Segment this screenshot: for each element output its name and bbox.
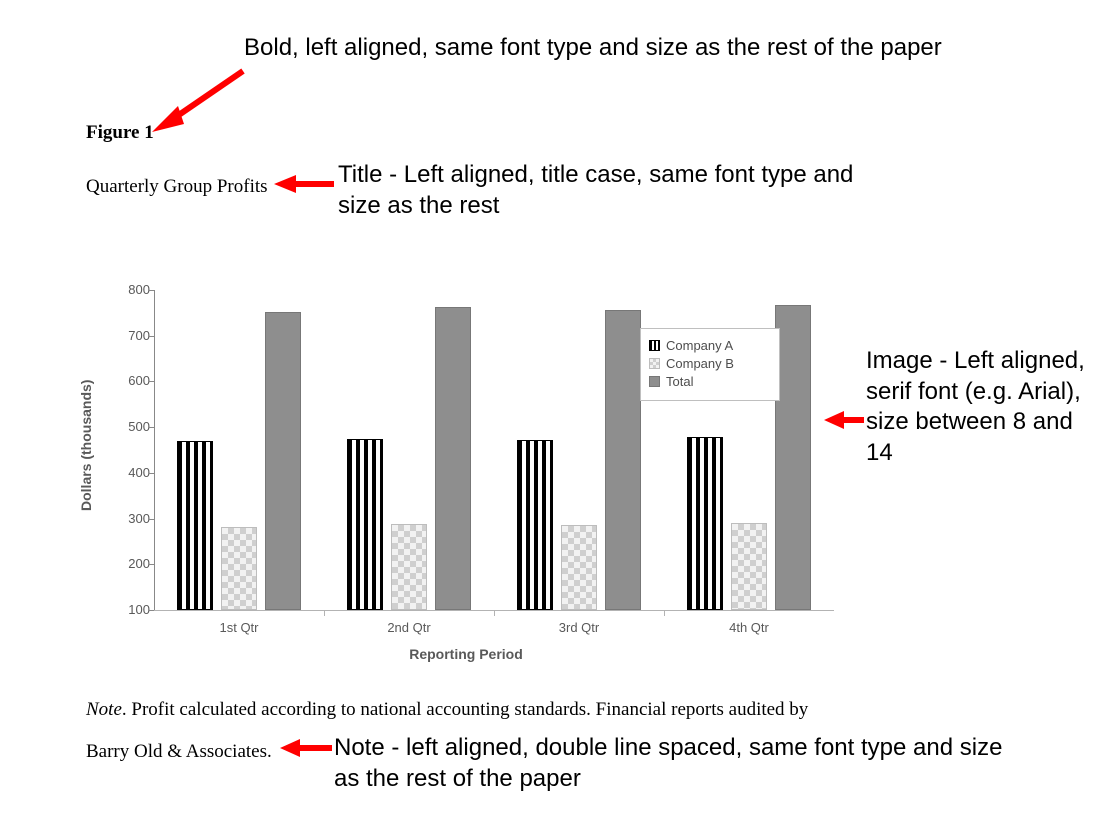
y-tick-label: 300	[100, 511, 150, 526]
annotation-note: Note - left aligned, double line spaced,…	[334, 733, 1034, 794]
x-tick-mark	[324, 610, 325, 616]
bar	[391, 524, 427, 610]
page-root: Figure 1 Quarterly Group Profits Note. P…	[0, 0, 1104, 819]
legend-item-company-a: Company A	[649, 338, 771, 353]
annotation-title: Title - Left aligned, title case, same f…	[338, 160, 898, 221]
y-tick-mark	[148, 610, 154, 611]
figure-title: Quarterly Group Profits	[86, 176, 268, 198]
x-tick-label: 3rd Qtr	[499, 620, 659, 635]
bar	[605, 310, 641, 610]
bar	[221, 527, 257, 610]
bar	[265, 312, 301, 610]
y-tick-label: 800	[100, 282, 150, 297]
x-axis-label: Reporting Period	[86, 646, 846, 662]
legend-label: Company A	[666, 338, 733, 353]
y-tick-label: 100	[100, 602, 150, 617]
bar	[687, 437, 723, 610]
figure-note-prefix: Note	[86, 699, 122, 720]
legend-item-total: Total	[649, 374, 771, 389]
y-tick-label: 600	[100, 373, 150, 388]
x-tick-label: 4th Qtr	[669, 620, 829, 635]
bar	[435, 307, 471, 610]
bar	[731, 523, 767, 610]
arrow-icon	[272, 172, 336, 196]
arrow-icon	[278, 736, 334, 760]
bar	[561, 525, 597, 610]
annotation-image: Image - Left aligned, serif font (e.g. A…	[866, 346, 1096, 469]
legend-swatch-icon	[649, 358, 660, 369]
y-tick-label: 500	[100, 419, 150, 434]
x-tick-label: 1st Qtr	[159, 620, 319, 635]
y-tick-label: 700	[100, 328, 150, 343]
x-tick-mark	[664, 610, 665, 616]
bar	[347, 439, 383, 610]
legend: Company A Company B Total	[640, 328, 780, 401]
bar	[517, 440, 553, 610]
bar	[177, 441, 213, 610]
legend-label: Total	[666, 374, 693, 389]
x-tick-label: 2nd Qtr	[329, 620, 489, 635]
y-tick-label: 400	[100, 465, 150, 480]
y-axis-label: Dollars (thousands)	[78, 240, 94, 371]
legend-swatch-icon	[649, 376, 660, 387]
figure-label: Figure 1	[86, 122, 154, 144]
legend-item-company-b: Company B	[649, 356, 771, 371]
annotation-figure-label: Bold, left aligned, same font type and s…	[244, 33, 1034, 64]
arrow-icon	[148, 66, 248, 136]
legend-label: Company B	[666, 356, 734, 371]
y-tick-label: 200	[100, 556, 150, 571]
x-tick-mark	[494, 610, 495, 616]
bar	[775, 305, 811, 610]
chart: 100 200 300 400 500 600 700 800 1st Qtr 2nd Qtr 3…	[86, 276, 846, 671]
legend-swatch-icon	[649, 340, 660, 351]
